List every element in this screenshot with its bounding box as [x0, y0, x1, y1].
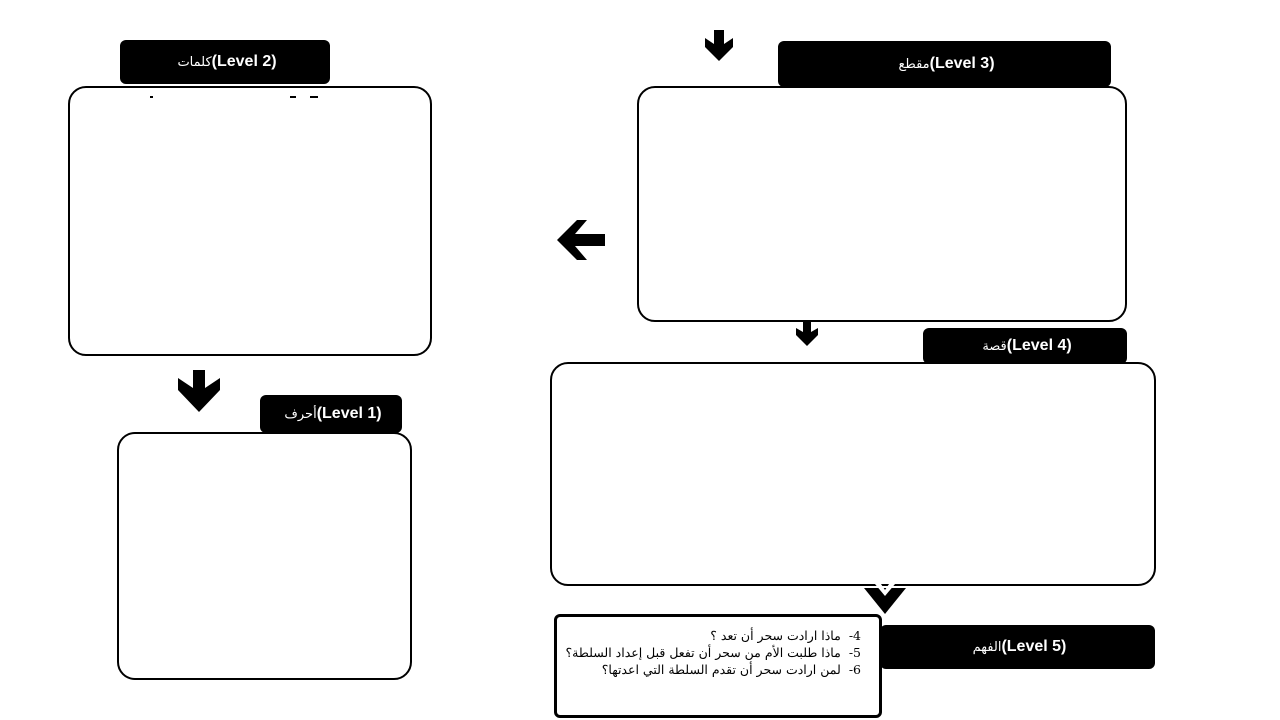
- level-1-label: (Level 1): [316, 405, 382, 422]
- question-item: 6- لمن ارادت سحر أن تقدم السلطة التي اعدت…: [565, 661, 861, 678]
- question-text: لمن ارادت سحر أن تقدم السلطة التي اعدتها…: [601, 662, 841, 677]
- arrow-down-icon: [178, 370, 220, 412]
- level-4-header: (Level 4) قصة: [923, 328, 1127, 364]
- level-2-box[interactable]: [68, 86, 432, 356]
- level-3-header: (Level 3) مقطع: [778, 41, 1111, 87]
- arrow-down-icon: [705, 30, 733, 61]
- level-2-label: (Level 2): [211, 53, 277, 70]
- level-4-box[interactable]: [550, 362, 1156, 586]
- level-2-header: (Level 2) كلمات: [120, 40, 330, 84]
- question-text: ماذا ارادت سحر أن تعد ؟: [710, 628, 841, 643]
- comprehension-questions-box: 4- ماذا ارادت سحر أن تعد ؟ 5- ماذا طلبت ال…: [554, 614, 882, 718]
- level-4-label: (Level 4): [1006, 337, 1072, 354]
- question-number: 4-: [848, 628, 861, 643]
- level-5-arabic-label: الفهم: [972, 639, 1002, 655]
- stray-marks: [150, 96, 318, 98]
- question-number: 5-: [848, 645, 861, 660]
- level-1-arabic-label: أحرف: [284, 406, 317, 422]
- level-5-header: (Level 5) الفهم: [880, 625, 1155, 669]
- arrow-down-icon: [796, 322, 818, 346]
- level-3-label: (Level 3): [929, 55, 995, 72]
- question-item: 5- ماذا طلبت الأم من سحر أن تفعل قبل إعدا…: [565, 644, 861, 661]
- level-5-label: (Level 5): [1001, 638, 1067, 655]
- level-2-arabic-label: كلمات: [177, 54, 212, 70]
- level-3-arabic-label: مقطع: [898, 56, 930, 72]
- question-number: 6-: [848, 662, 861, 677]
- arrow-down-icon: [864, 584, 906, 614]
- question-text: ماذا طلبت الأم من سحر أن تفعل قبل إعداد …: [565, 645, 841, 660]
- level-3-box[interactable]: [637, 86, 1127, 322]
- level-4-arabic-label: قصة: [982, 338, 1007, 354]
- arrow-left-icon: [557, 220, 605, 260]
- level-1-box[interactable]: [117, 432, 412, 680]
- level-1-header: (Level 1) أحرف: [260, 395, 402, 433]
- question-item: 4- ماذا ارادت سحر أن تعد ؟: [565, 627, 861, 644]
